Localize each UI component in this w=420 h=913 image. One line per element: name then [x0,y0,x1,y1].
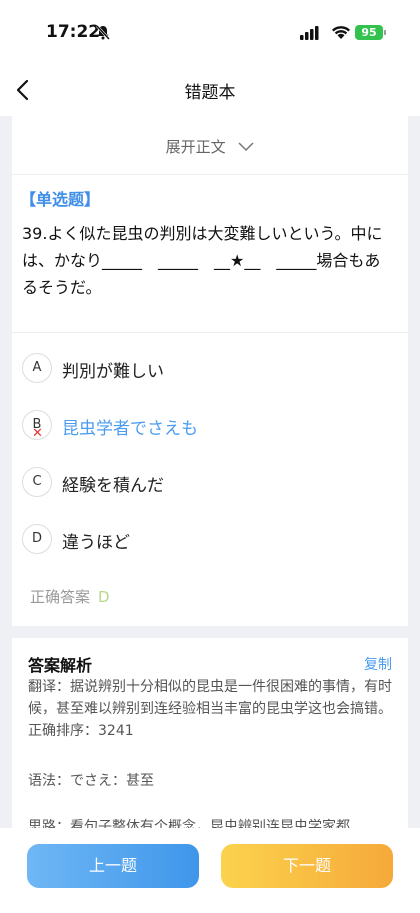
correct-answer-value: D [98,588,110,606]
option-letter: C [22,467,52,497]
option-b[interactable]: B ✕ 昆虫学者でさえも [22,409,382,443]
wrong-mark-icon: ✕ [32,426,43,441]
status-bar: 17:22 95 [0,0,420,66]
option-text: 判別が難しい [62,362,164,382]
wifi-icon [332,26,350,39]
question-text: 39.よく似た昆虫の判別は大変難しいという。中には、かなり_____ _____… [22,224,383,297]
page-title: 错题本 [184,83,236,103]
nav-bar: 错题本 [0,66,420,116]
option-d[interactable]: D 違うほど [22,523,382,557]
option-a[interactable]: A 判別が難しい [22,352,382,386]
question-type-label: 【单选题】 [20,190,101,209]
correct-answer-row: 正确答案 D [30,586,110,607]
divider [12,174,408,175]
previous-question-button[interactable]: 上一题 [27,844,199,888]
option-text: 違うほど [62,533,130,553]
translation-text: 翻译：据说辨别十分相似的昆虫是一件很困难的事情，有时候，甚至难以辨别到连经验相当… [28,679,392,739]
battery-indicator: 95 [355,25,383,40]
copy-button[interactable]: 复制 [364,654,392,674]
option-text: 経験を積んだ [62,476,164,496]
next-question-button[interactable]: 下一题 [221,844,393,888]
divider [12,332,408,333]
analysis-title: 答案解析 [28,656,93,675]
expand-label: 展开正文 [165,138,226,156]
option-letter: D [22,524,52,554]
option-c[interactable]: C 経験を積んだ [22,466,382,500]
bell-muted-icon [96,25,110,40]
correct-answer-label: 正确答案 [30,588,91,606]
expand-text-button[interactable]: 展开正文 [12,136,408,157]
question-card: 展开正文 【单选题】 39.よく似た昆虫の判別は大変難しいという。中には、かなり… [12,116,408,626]
cellular-signal-icon [300,26,319,40]
grammar-text: 语法：でさえ：甚至 [28,773,154,789]
option-letter: A [22,353,52,383]
footer-bar: 上一题 下一题 [0,828,420,913]
option-text: 昆虫学者でさえも [62,419,198,439]
analysis-card: 答案解析 复制 翻译：据说辨别十分相似的昆虫是一件很困难的事情，有时候，甚至难以… [12,638,408,838]
chevron-down-icon [238,141,254,151]
battery-nub [384,30,386,35]
status-time: 17:22 [46,22,101,42]
